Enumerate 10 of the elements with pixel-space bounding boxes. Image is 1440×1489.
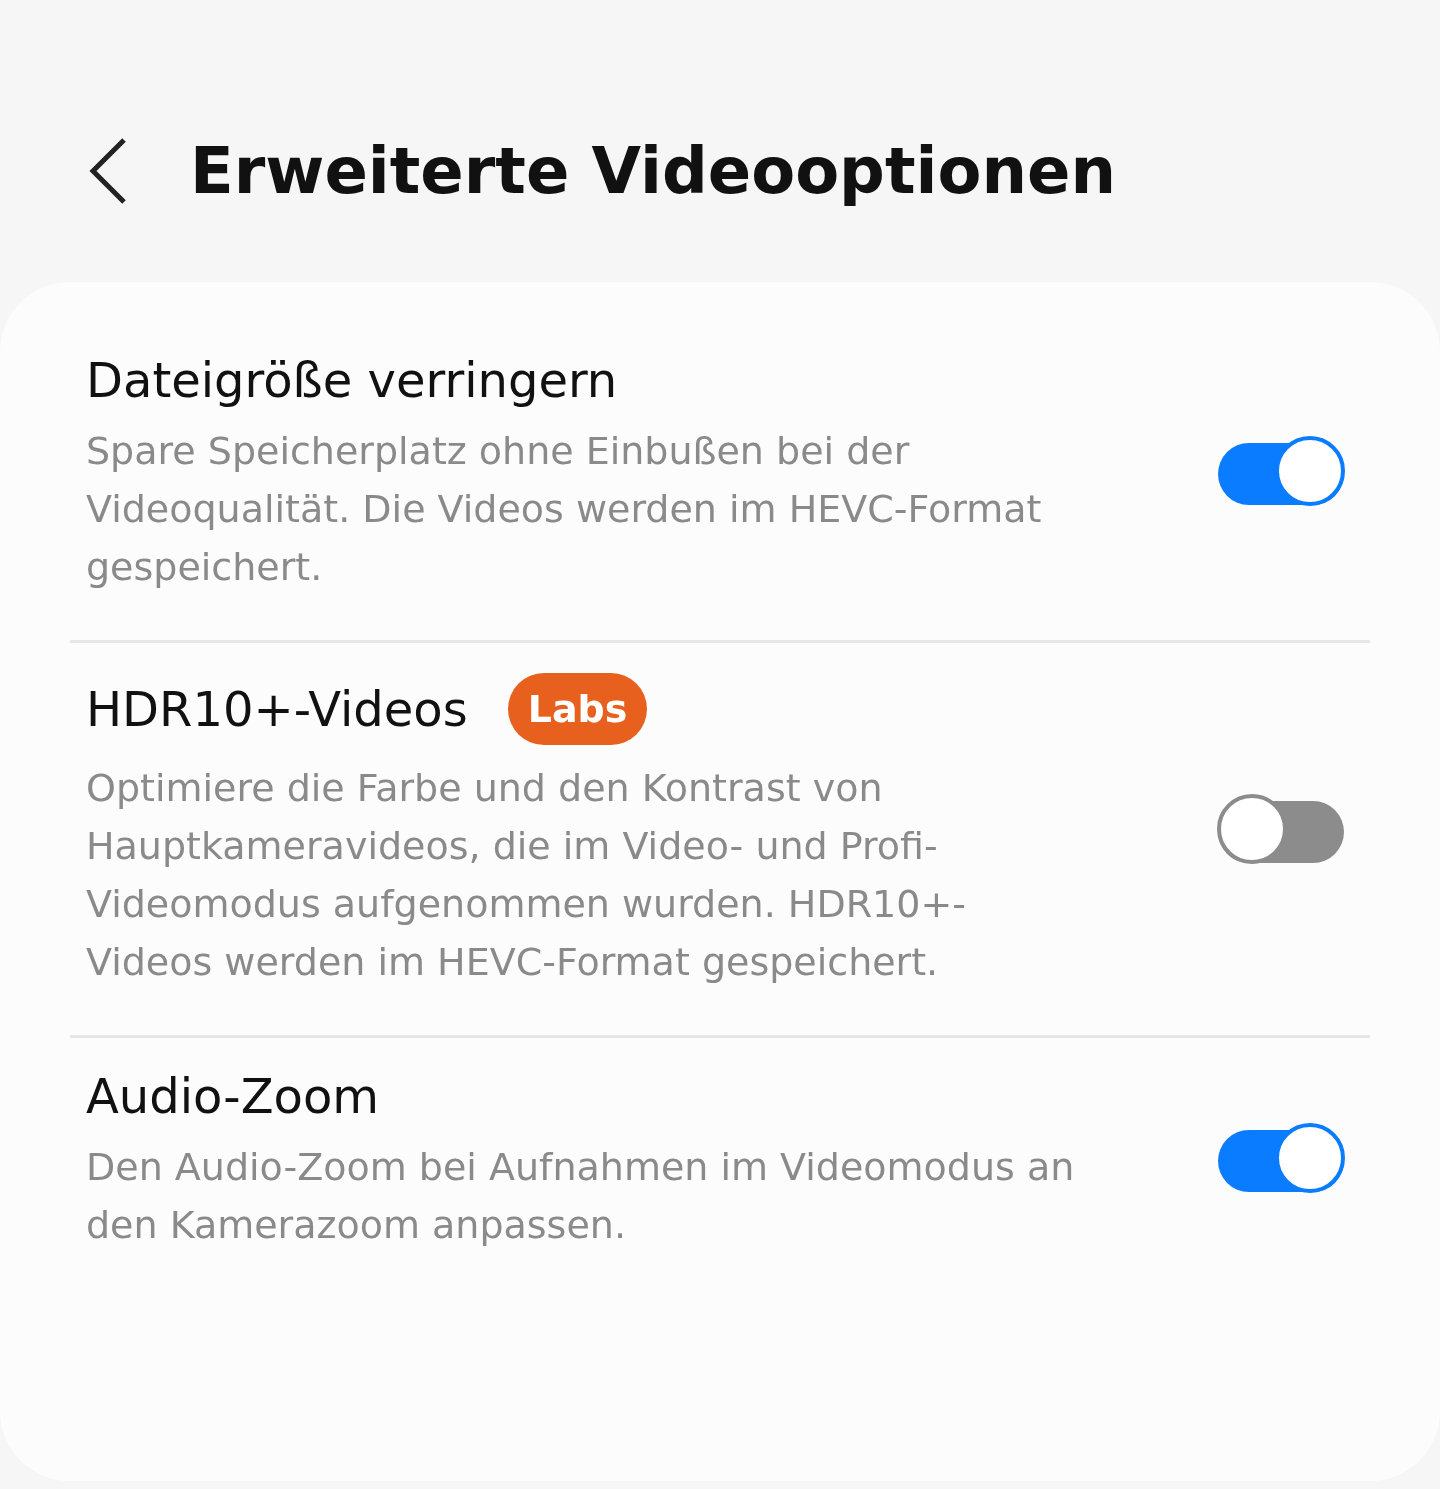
setting-title: Audio-Zoom	[86, 1068, 379, 1124]
back-icon	[88, 137, 128, 205]
setting-description: Den Audio-Zoom bei Aufnahmen im Videomodus an den Kamerazoom anpassen.	[86, 1144, 1076, 1249]
setting-title: HDR10+-Videos	[86, 681, 468, 737]
setting-title: Dateigröße verringern	[86, 352, 618, 408]
labs-badge: Labs	[507, 673, 648, 745]
setting-description: Optimiere die Farbe und den Kontrast von Hauptkameravideos, die im Video- und Profi-Videomodus aufgenommen wurden. HDR10+-Videos werden im HEVC-Format gespeichert.	[86, 765, 967, 986]
setting-description: Spare Speicherplatz ohne Einbußen bei der Videoqualität. Die Videos werden im HEVC-Format gespeichert.	[86, 428, 1043, 591]
back-button[interactable]	[88, 137, 128, 205]
page-title: Erweiterte Videooptionen	[190, 134, 1116, 208]
